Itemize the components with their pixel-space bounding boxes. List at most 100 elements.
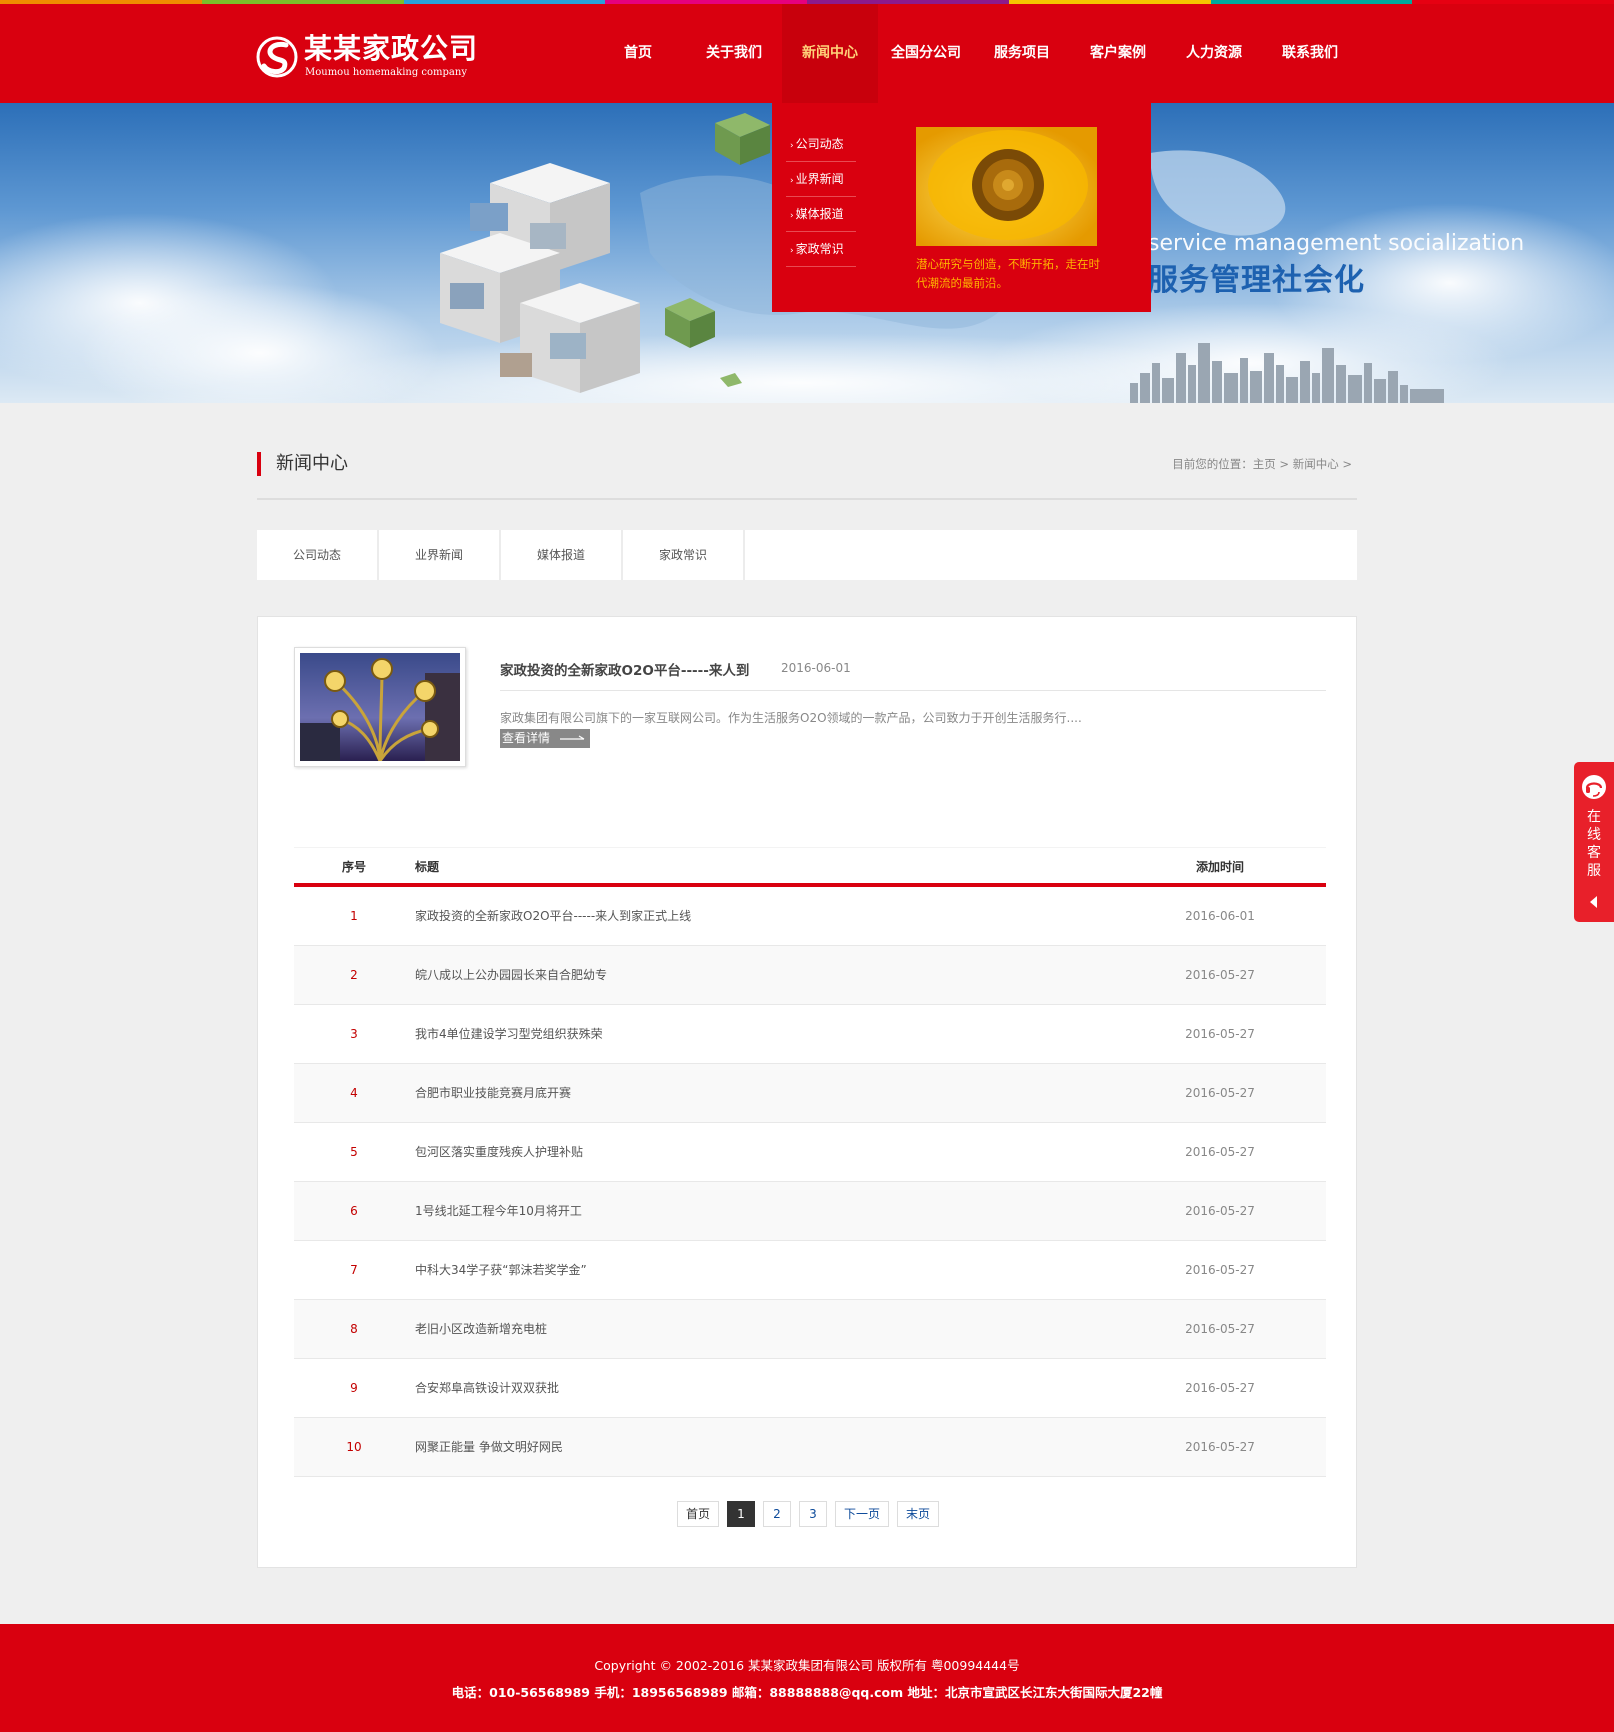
banner-slogan-cn: 服务管理社会化 <box>1148 263 1365 298</box>
row-title-link[interactable]: 合安郑阜高铁设计双双获批 <box>414 1359 1114 1417</box>
section-divider <box>257 498 1357 500</box>
chevron-right-icon: › <box>790 211 794 221</box>
dropdown-item-industry-news[interactable]: › 业界新闻 <box>786 162 856 197</box>
dropdown-list: › 公司动态 › 业界新闻 › 媒体报道 › 家政常识 <box>786 127 856 267</box>
site-header: 某某家政公司 Moumou homemaking company 首页 关于我们… <box>0 4 1614 103</box>
view-details-button[interactable]: 查看详情 <box>500 729 590 748</box>
row-no: 3 <box>350 1027 358 1041</box>
nav-item-branches[interactable]: 全国分公司 <box>878 4 974 103</box>
featured-news-date: 2016-06-01 <box>781 661 851 675</box>
pager-next-button[interactable]: 下一页 <box>834 1501 889 1527</box>
pagination: 首页 1 2 3 下一页 末页 <box>258 1501 1358 1527</box>
table-row: 5 包河区落实重度残疾人护理补贴 2016-05-27 <box>294 1123 1326 1182</box>
breadcrumb-current-link[interactable]: 新闻中心 <box>1293 457 1339 471</box>
row-date: 2016-05-27 <box>1185 1027 1255 1041</box>
nav-item-about[interactable]: 关于我们 <box>686 4 782 103</box>
breadcrumb-prefix: 目前您的位置： <box>1172 457 1253 471</box>
online-service-button[interactable]: 在线客服 <box>1574 762 1614 922</box>
news-dropdown-menu: › 公司动态 › 业界新闻 › 媒体报道 › 家政常识 潜心研究与创造，不断开拓，走在时… <box>772 103 1151 312</box>
row-date: 2016-05-27 <box>1185 1381 1255 1395</box>
table-row: 7 中科大34学子获“郭沫若奖学金” 2016-05-27 <box>294 1241 1326 1300</box>
main-nav: 首页 关于我们 新闻中心 全国分公司 服务项目 客户案例 人力资源 联系我们 <box>590 4 1358 103</box>
dropdown-item-company-news[interactable]: › 公司动态 <box>786 127 856 162</box>
tab-media-reports[interactable]: 媒体报道 <box>501 530 623 580</box>
table-row: 10 网聚正能量 争做文明好网民 2016-05-27 <box>294 1418 1326 1477</box>
row-date: 2016-05-27 <box>1185 1145 1255 1159</box>
pager-page-3[interactable]: 3 <box>798 1501 827 1527</box>
row-date: 2016-05-27 <box>1185 1086 1255 1100</box>
row-title-link[interactable]: 老旧小区改造新增充电桩 <box>414 1300 1114 1358</box>
dropdown-item-media-reports[interactable]: › 媒体报道 <box>786 197 856 232</box>
online-service-char: 在 <box>1587 809 1601 825</box>
online-service-char: 客 <box>1587 845 1601 861</box>
pager-first-button[interactable]: 首页 <box>676 1501 719 1527</box>
page-title: 新闻中心 <box>276 453 348 474</box>
row-title-link[interactable]: 网聚正能量 争做文明好网民 <box>414 1418 1114 1476</box>
dropdown-sunflower-image[interactable] <box>916 127 1097 246</box>
header-title: 标题 <box>415 860 440 874</box>
view-details-label: 查看详情 <box>502 731 551 745</box>
row-date: 2016-06-01 <box>1185 909 1255 923</box>
pager-page-1[interactable]: 1 <box>726 1501 755 1527</box>
row-date: 2016-05-27 <box>1185 1322 1255 1336</box>
collapse-arrow-icon[interactable] <box>1590 896 1597 908</box>
nav-item-contact[interactable]: 联系我们 <box>1262 4 1358 103</box>
online-service-char: 线 <box>1587 827 1601 843</box>
news-list-panel: 家政投资的全新家政O2O平台-----来人到 2016-06-01 家政集团有限… <box>257 616 1357 1568</box>
row-no: 4 <box>350 1086 358 1100</box>
tab-company-news[interactable]: 公司动态 <box>257 530 379 580</box>
nav-item-cases[interactable]: 客户案例 <box>1070 4 1166 103</box>
chevron-right-icon: › <box>790 246 794 256</box>
header-no: 序号 <box>341 860 366 874</box>
dropdown-item-label: 业界新闻 <box>795 172 844 186</box>
pager-last-button[interactable]: 末页 <box>897 1501 940 1527</box>
logo-name-en: Moumou homemaking company <box>305 67 467 78</box>
featured-news-title[interactable]: 家政投资的全新家政O2O平台-----来人到 <box>500 659 749 679</box>
row-no: 1 <box>350 909 358 923</box>
breadcrumb-home-link[interactable]: 主页 <box>1253 457 1276 471</box>
table-row: 2 皖八成以上公办园园长来自合肥幼专 2016-05-27 <box>294 946 1326 1005</box>
row-title-link[interactable]: 中科大34学子获“郭沫若奖学金” <box>414 1241 1114 1299</box>
footer-contact: 电话：010-56568989 手机：18956568989 邮箱：888888… <box>451 1685 1163 1700</box>
row-date: 2016-05-27 <box>1185 968 1255 982</box>
table-row: 8 老旧小区改造新增充电桩 2016-05-27 <box>294 1300 1326 1359</box>
logo-name-cn: 某某家政公司 <box>304 32 479 65</box>
nav-item-news[interactable]: 新闻中心 <box>782 4 878 103</box>
nav-item-services[interactable]: 服务项目 <box>974 4 1070 103</box>
row-title-link[interactable]: 包河区落实重度残疾人护理补贴 <box>414 1123 1114 1181</box>
chevron-right-icon: › <box>790 141 794 151</box>
nav-item-hr[interactable]: 人力资源 <box>1166 4 1262 103</box>
logo-swirl-icon <box>256 36 298 78</box>
row-title-link[interactable]: 合肥市职业技能竞赛月底开赛 <box>414 1064 1114 1122</box>
row-title-link[interactable]: 家政投资的全新家政O2O平台-----来人到家正式上线 <box>414 887 1114 945</box>
row-title-link[interactable]: 1号线北延工程今年10月将开工 <box>414 1182 1114 1240</box>
site-logo[interactable]: 某某家政公司 Moumou homemaking company <box>256 32 496 82</box>
tab-industry-news[interactable]: 业界新闻 <box>379 530 501 580</box>
breadcrumb: 目前您的位置：主页 > 新闻中心 > <box>1172 456 1352 472</box>
row-no: 9 <box>350 1381 358 1395</box>
row-no: 5 <box>350 1145 358 1159</box>
nav-item-home[interactable]: 首页 <box>590 4 686 103</box>
row-no: 2 <box>350 968 358 982</box>
table-row: 3 我市4单位建设学习型党组织获殊荣 2016-05-27 <box>294 1005 1326 1064</box>
dropdown-item-label: 家政常识 <box>795 242 844 256</box>
row-title-link[interactable]: 我市4单位建设学习型党组织获殊荣 <box>414 1005 1114 1063</box>
table-row: 4 合肥市职业技能竞赛月底开赛 2016-05-27 <box>294 1064 1326 1123</box>
tab-tips[interactable]: 家政常识 <box>623 530 745 580</box>
header-date: 添加时间 <box>1195 860 1244 874</box>
row-title-link[interactable]: 皖八成以上公办园园长来自合肥幼专 <box>414 946 1114 1004</box>
featured-news-image <box>300 653 460 761</box>
online-service-char: 服 <box>1587 863 1601 879</box>
dropdown-promo-text: 潜心研究与创造，不断开拓，走在时代潮流的最前沿。 <box>916 257 1100 290</box>
sunflower-image <box>916 127 1097 246</box>
dropdown-item-label: 媒体报道 <box>795 207 844 221</box>
news-table: 序号 标题 添加时间 1 家政投资的全新家政O2O平台-----来人到家正式上线… <box>294 847 1326 1477</box>
dropdown-item-tips[interactable]: › 家政常识 <box>786 232 856 267</box>
pager-page-2[interactable]: 2 <box>762 1501 791 1527</box>
dropdown-item-label: 公司动态 <box>795 137 844 151</box>
featured-divider <box>500 690 1326 691</box>
featured-news-thumbnail[interactable] <box>294 647 466 767</box>
row-no: 10 <box>346 1440 362 1454</box>
row-date: 2016-05-27 <box>1185 1440 1255 1454</box>
news-table-header: 序号 标题 添加时间 <box>294 847 1326 887</box>
